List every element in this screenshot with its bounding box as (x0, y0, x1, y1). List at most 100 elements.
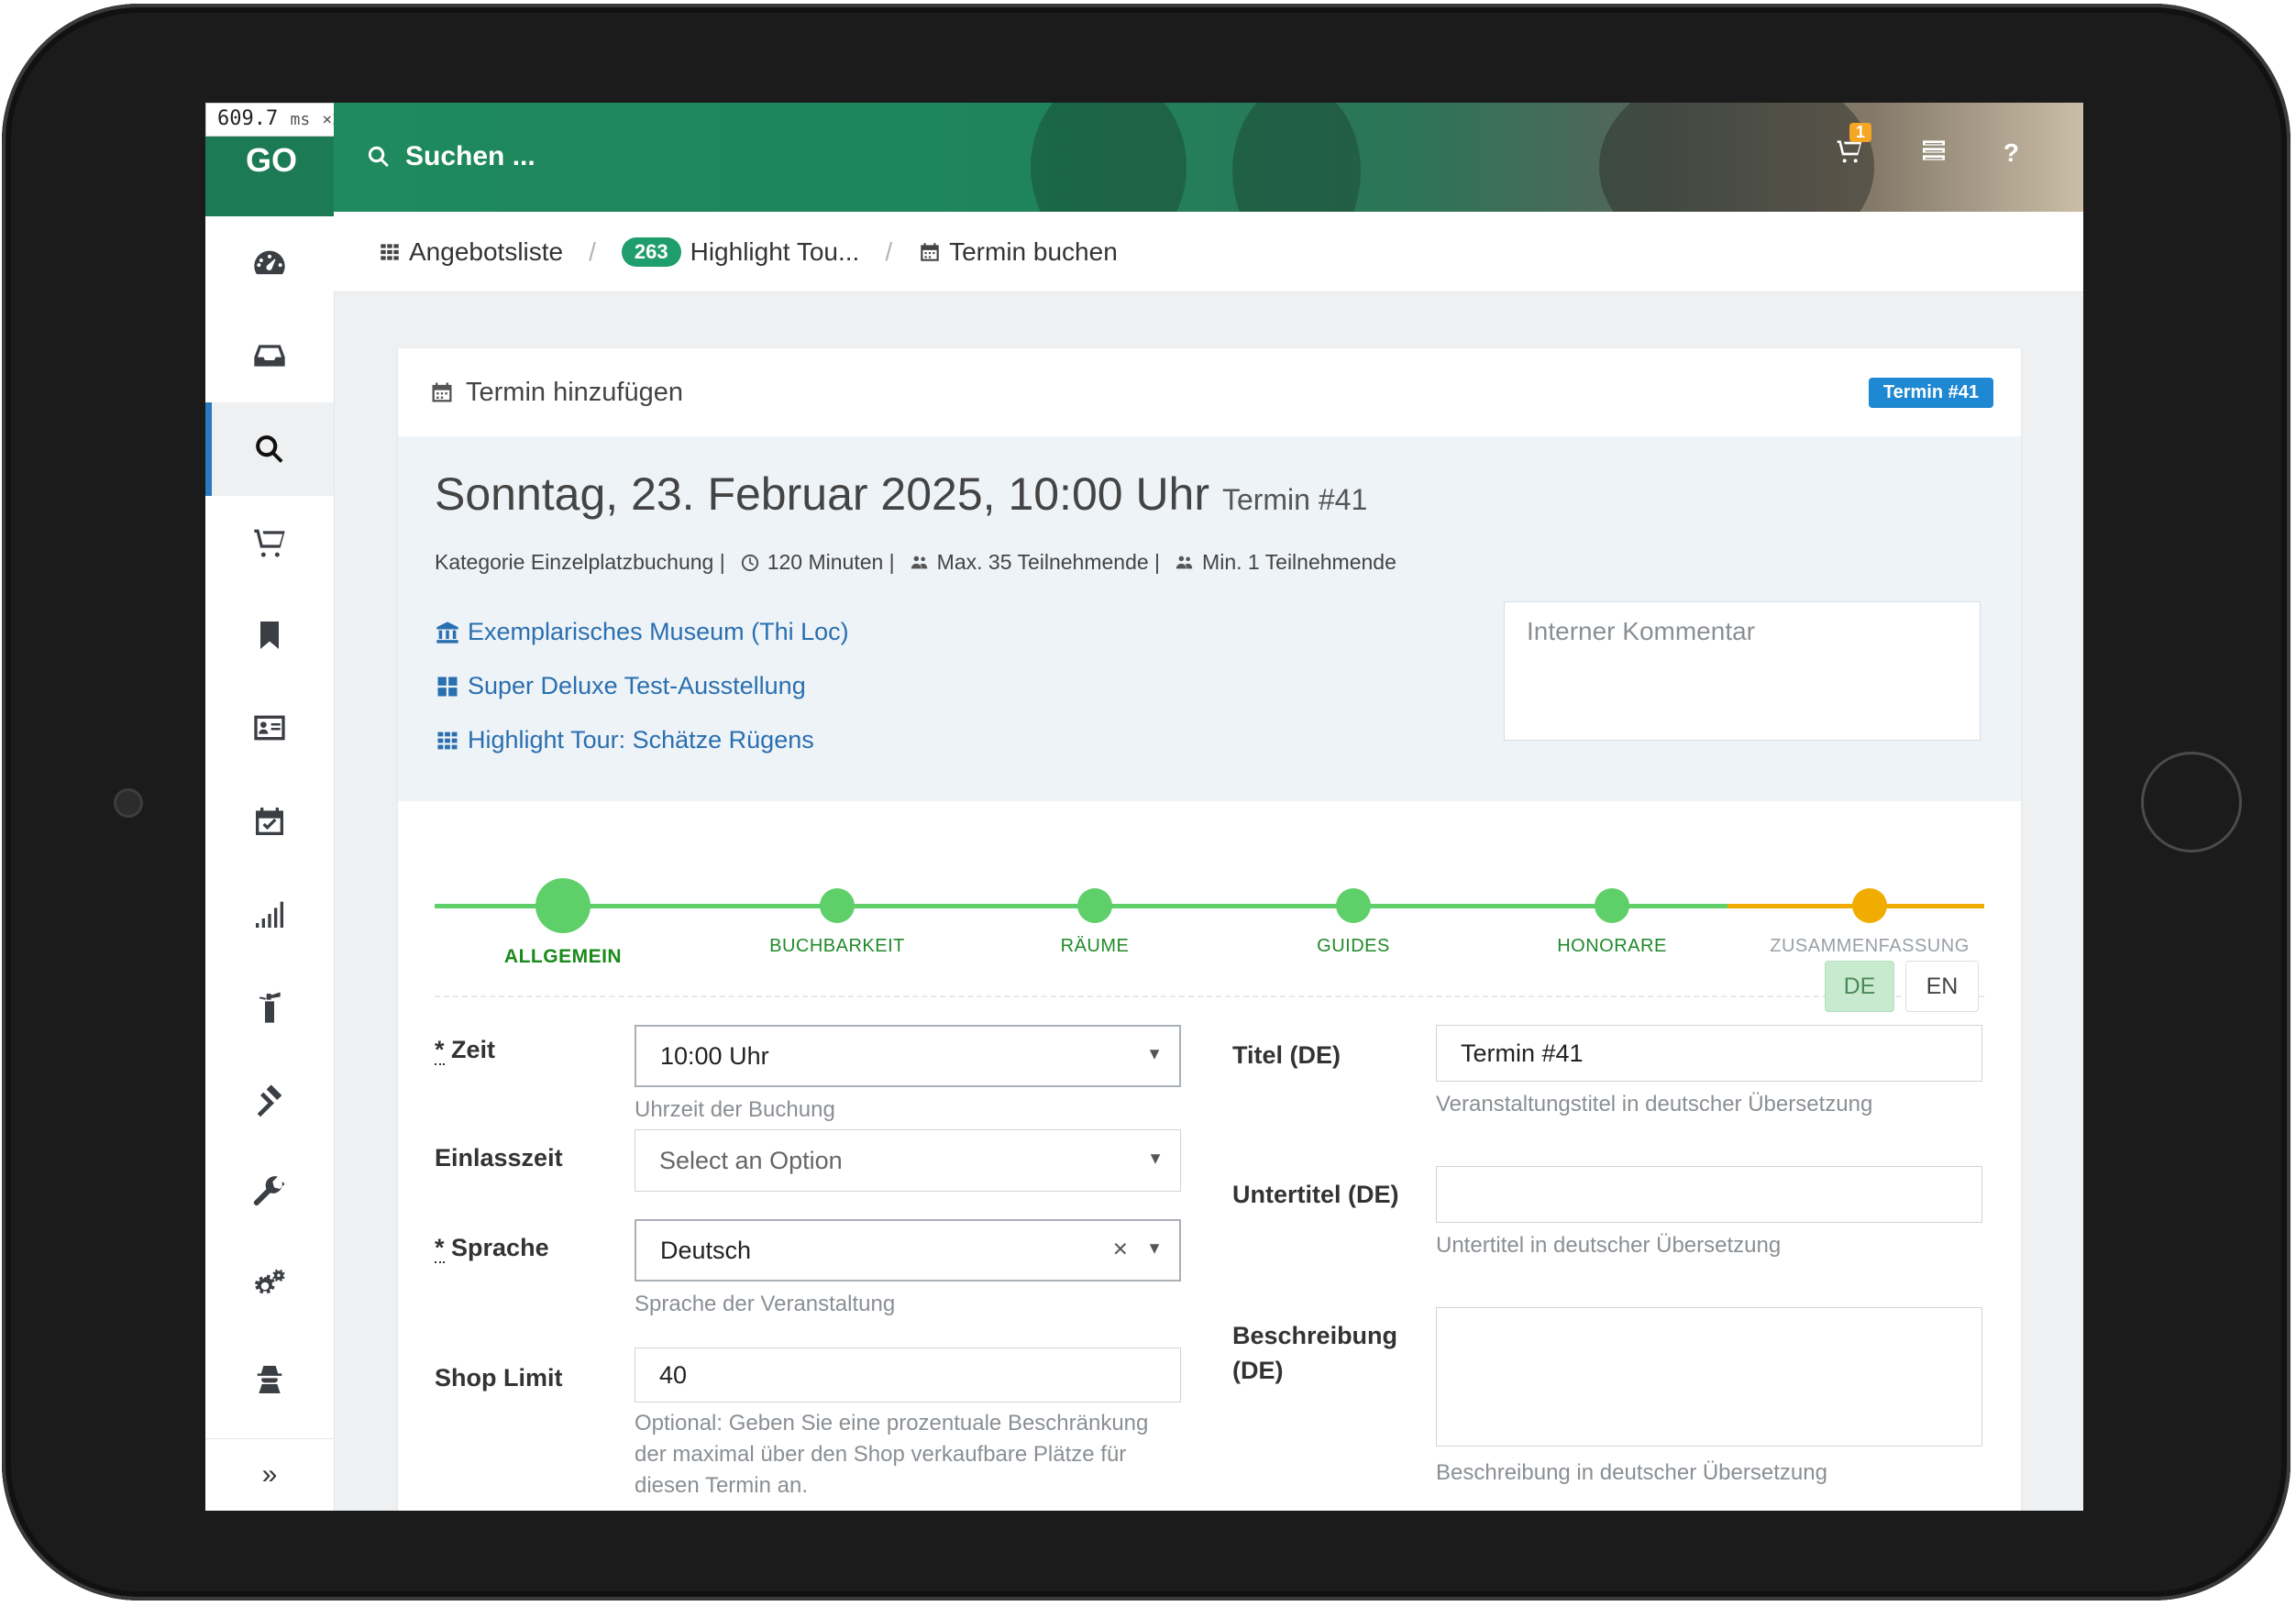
sidebar-item-admin[interactable] (205, 1333, 334, 1426)
wizard-stepper: ALLGEMEIN BUCHBARKEIT RÄUME GUIDES HONOR… (435, 873, 1984, 983)
sprache-value: Deutsch (660, 1236, 752, 1264)
cart-count-badge: 1 (1849, 123, 1871, 142)
contact-card-icon (254, 715, 285, 741)
card-header: Termin hinzufügen Termin #41 (398, 348, 2021, 437)
perf-value: 609.7 (217, 107, 279, 130)
logo-text: GO (246, 141, 298, 179)
shop-limit-input[interactable]: 40 (635, 1348, 1181, 1402)
sprache-select[interactable]: Deutsch × ▼ (635, 1219, 1181, 1282)
sidebar-item-dashboard[interactable] (205, 216, 334, 310)
list-button[interactable] (1919, 136, 1948, 170)
sidebar-item-bookmark[interactable] (205, 588, 334, 682)
termin-date: Sonntag, 23. Februar 2025, 10:00 Uhr (435, 468, 1210, 520)
sidebar-item-statistics[interactable] (205, 868, 334, 962)
step-dot-allgemein[interactable] (535, 878, 591, 933)
gavel-icon (257, 1084, 282, 1117)
internal-comment-placeholder: Interner Kommentar (1527, 617, 1755, 645)
zeit-value: 10:00 Uhr (660, 1041, 769, 1070)
top-bar: Suchen ... 1 ? (334, 103, 2083, 212)
beschreibung-help: Beschreibung in deutscher Übersetzung (1436, 1460, 1827, 1485)
search-icon (368, 146, 389, 168)
clear-icon[interactable]: × (1113, 1234, 1128, 1263)
tour-link[interactable]: Highlight Tour: Schätze Rügens (435, 726, 849, 754)
step-label-zusammenfassung[interactable]: ZUSAMMENFASSUNG (1770, 936, 1970, 957)
perf-badge: 609.7 ms ×2 (205, 103, 355, 137)
step-dot-guides[interactable] (1336, 888, 1371, 923)
screen: 609.7 ms ×2 GO » Suchen ... 1 ? Angebots… (205, 103, 2083, 1511)
search-icon (256, 434, 283, 463)
step-label-allgemein[interactable]: ALLGEMEIN (504, 946, 622, 968)
step-label-raeume[interactable]: RÄUME (1061, 936, 1130, 957)
meta-min: Min. 1 Teilnehmende (1202, 550, 1396, 574)
beschreibung-textarea[interactable] (1436, 1307, 1982, 1446)
untertitel-input[interactable] (1436, 1166, 1982, 1223)
breadcrumb-list[interactable]: Angebotsliste (378, 237, 563, 267)
termin-badge: Termin #41 (1868, 378, 1993, 408)
shop-limit-value: 40 (659, 1360, 688, 1389)
language-en-button[interactable]: EN (1905, 961, 1979, 1012)
chevron-down-icon: ▼ (1146, 1238, 1163, 1258)
sidebar-item-safety[interactable] (205, 961, 334, 1054)
shop-limit-help: Optional: Geben Sie eine prozentuale Bes… (635, 1411, 1149, 1498)
breadcrumb-separator: / (589, 236, 596, 266)
chevron-down-icon: ▼ (1147, 1149, 1164, 1168)
museum-link[interactable]: Exemplarisches Museum (Thi Loc) (435, 618, 849, 646)
meta-duration: 120 Minuten | (767, 550, 895, 574)
sidebar-item-auction[interactable] (205, 1054, 334, 1148)
termin-number: Termin #41 (1221, 483, 1368, 516)
wrench-icon (253, 1175, 285, 1205)
sidebar-item-tools[interactable] (205, 1147, 334, 1240)
language-de-button[interactable]: DE (1825, 961, 1894, 1012)
titel-help: Veranstaltungstitel in deutscher Überset… (1436, 1092, 1873, 1116)
breadcrumb-book: Termin buchen (918, 237, 1118, 267)
einlass-label: Einlasszeit (435, 1144, 563, 1172)
zeit-select[interactable]: 10:00 Uhr ▼ (635, 1025, 1181, 1087)
banner-decoration (1031, 103, 1187, 212)
grid-icon (381, 243, 399, 260)
museum-link-label: Exemplarisches Museum (Thi Loc) (468, 618, 849, 645)
step-dot-buchbarkeit[interactable] (820, 888, 855, 923)
extinguisher-icon (259, 992, 281, 1023)
step-label-honorare[interactable]: HONORARE (1557, 936, 1667, 957)
zeit-label-text: Zeit (451, 1036, 496, 1063)
internal-comment-textarea[interactable]: Interner Kommentar (1504, 601, 1981, 741)
sidebar-item-search[interactable] (205, 402, 334, 496)
sprache-help: Sprache der Veranstaltung (635, 1292, 896, 1316)
termin-links: Exemplarisches Museum (Thi Loc) Super De… (435, 618, 849, 780)
calendar-icon (921, 242, 939, 261)
tour-link-label: Highlight Tour: Schätze Rügens (468, 726, 814, 754)
calendar-check-icon (256, 807, 283, 835)
breadcrumb-tour-label: Highlight Tou... (690, 236, 860, 266)
sidebar-expand-button[interactable]: » (205, 1438, 334, 1511)
exhibition-link-label: Super Deluxe Test-Ausstellung (468, 672, 806, 699)
help-button[interactable]: ? (2003, 138, 2019, 168)
sidebar-item-inbox[interactable] (205, 310, 334, 403)
logo[interactable]: 609.7 ms ×2 GO (205, 103, 355, 216)
gears-icon (254, 1269, 285, 1294)
home-button[interactable] (2141, 752, 2242, 852)
step-label-buchbarkeit[interactable]: BUCHBARKEIT (769, 936, 905, 957)
bookmark-icon (260, 621, 279, 649)
einlass-placeholder: Select an Option (659, 1146, 843, 1174)
list-icon (1922, 140, 1945, 160)
exhibition-link[interactable]: Super Deluxe Test-Ausstellung (435, 672, 849, 700)
sidebar-item-calendar[interactable] (205, 775, 334, 868)
sidebar-item-settings[interactable] (205, 1240, 334, 1334)
titel-input[interactable]: Termin #41 (1436, 1025, 1982, 1082)
sidebar-item-cart[interactable] (205, 496, 334, 589)
search-button[interactable]: Suchen ... (365, 141, 535, 172)
step-dot-raeume[interactable] (1077, 888, 1112, 923)
step-label-guides[interactable]: GUIDES (1317, 936, 1390, 957)
breadcrumb-list-label: Angebotsliste (409, 236, 564, 266)
clock-icon (741, 554, 758, 571)
search-label: Suchen ... (405, 141, 535, 171)
termin-card: Termin hinzufügen Termin #41 Sonntag, 23… (398, 348, 2021, 1511)
termin-meta: Kategorie Einzelplatzbuchung | 120 Minut… (435, 550, 1396, 575)
sidebar-item-contacts[interactable] (205, 682, 334, 776)
cart-button[interactable]: 1 (1835, 123, 1871, 170)
step-dot-zusammenfassung[interactable] (1852, 888, 1887, 923)
einlass-select[interactable]: Select an Option ▼ (635, 1129, 1181, 1192)
breadcrumb-tour[interactable]: 263 Highlight Tou... (621, 236, 860, 267)
step-dot-honorare[interactable] (1595, 888, 1629, 923)
beschreibung-label: Beschreibung (DE) (1232, 1322, 1398, 1384)
